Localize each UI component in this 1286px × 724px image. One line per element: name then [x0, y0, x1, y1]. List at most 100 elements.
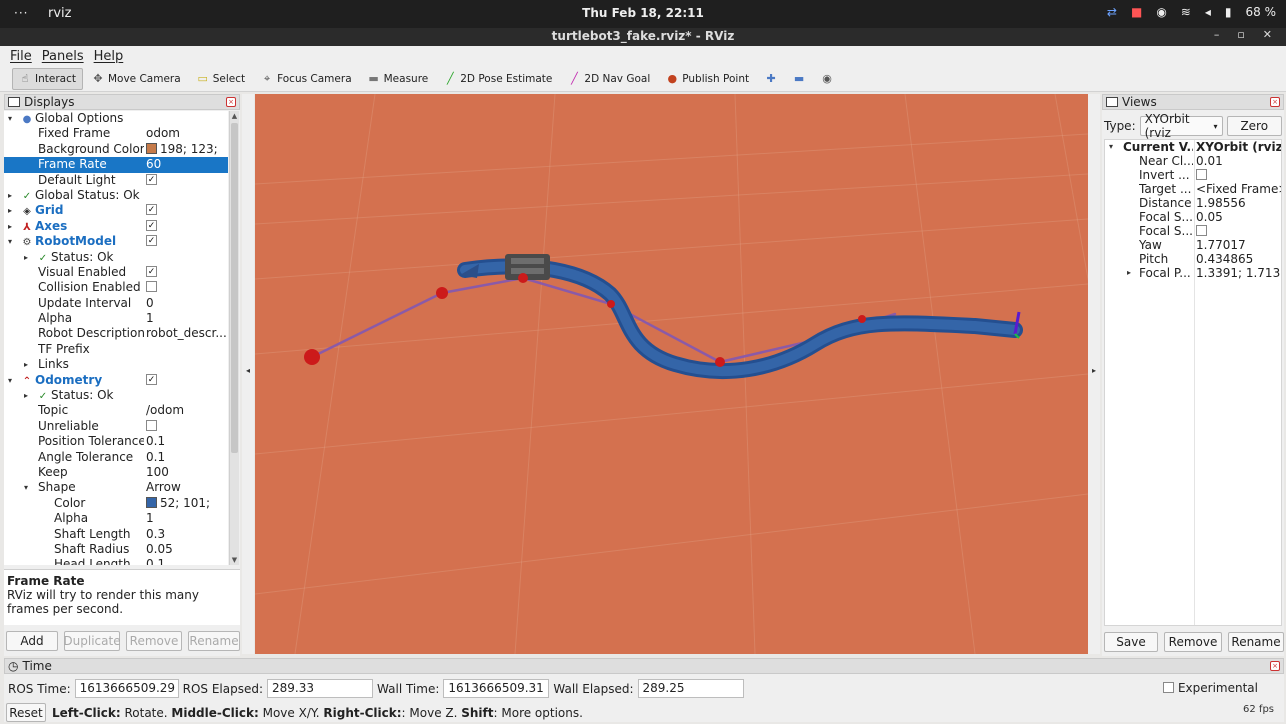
display-value[interactable]: 0.1 [146, 450, 228, 465]
display-row-status-ok[interactable]: ▸ ✓ Status: Ok [4, 250, 228, 265]
display-row-links[interactable]: ▸ Links [4, 357, 228, 372]
rename-view-button[interactable]: Rename [1228, 632, 1284, 652]
window-title-bar[interactable]: turtlebot3_fake.rviz* - RViz – ▫ ✕ [0, 28, 1286, 46]
record-icon[interactable]: ■ [1131, 5, 1142, 19]
wall-time-field[interactable]: 1613666509.31 [443, 679, 550, 698]
view-value[interactable]: 1.98556 [1196, 196, 1281, 210]
battery-icon[interactable]: ▮ [1225, 5, 1232, 19]
display-value[interactable]: ✓ [146, 265, 228, 280]
checkbox[interactable] [146, 281, 157, 293]
display-value[interactable]: 1 [146, 511, 228, 526]
wall-elapsed-field[interactable]: 289.25 [637, 679, 744, 698]
save-view-button[interactable]: Save [1104, 632, 1158, 652]
display-row-head-length[interactable]: Head Length 0.1 [4, 557, 228, 565]
view-value[interactable]: <Fixed Frame> [1196, 182, 1281, 196]
wifi-icon[interactable]: ≋ [1181, 5, 1191, 19]
expand-down-icon[interactable]: ▾ [8, 373, 12, 388]
view-row-focal-s[interactable]: Focal S... 0.05 [1105, 210, 1281, 224]
checkbox[interactable] [1196, 169, 1207, 180]
checkbox[interactable] [1196, 225, 1207, 236]
scroll-down-icon[interactable]: ▼ [230, 556, 239, 564]
display-value[interactable]: ✓ [146, 373, 228, 388]
display-row-keep[interactable]: Keep 100 [4, 465, 228, 480]
menu-panels[interactable]: Panels [42, 49, 84, 64]
close-button[interactable]: ✕ [1263, 28, 1272, 41]
views-close-icon[interactable]: × [1270, 97, 1280, 107]
display-value[interactable]: 0 [146, 296, 228, 311]
display-row-robot-description[interactable]: Robot Description robot_descr... [4, 326, 228, 341]
tool-interact[interactable]: ☝ Interact [12, 67, 83, 90]
display-value[interactable]: ✓ [146, 173, 228, 188]
display-row-axes[interactable]: ▸ ⅄ Axes ✓ [4, 219, 228, 234]
display-row-background-color[interactable]: Background Color 198; 123; [4, 142, 228, 157]
display-value[interactable]: ✓ [146, 234, 228, 249]
view-row-focal-s[interactable]: Focal S... [1105, 224, 1281, 238]
display-row-collision-enabled[interactable]: Collision Enabled [4, 280, 228, 295]
display-row-global-status-ok[interactable]: ▸ ✓ Global Status: Ok [4, 188, 228, 203]
expand-down-icon[interactable]: ▾ [8, 234, 12, 249]
add-tool-button[interactable]: ✚ [758, 68, 784, 90]
network-icon[interactable]: ⇄ [1107, 5, 1117, 19]
volume-icon[interactable]: ◂ [1205, 5, 1211, 19]
rename-display-button[interactable]: Rename [188, 631, 240, 651]
view-row-near-cl[interactable]: Near Cl... 0.01 [1105, 154, 1281, 168]
checkbox[interactable]: ✓ [146, 204, 157, 216]
minimize-button[interactable]: – [1214, 28, 1220, 41]
display-value[interactable]: 60 [146, 157, 228, 172]
tool-measure[interactable]: ▬ Measure [361, 68, 436, 90]
view-value[interactable]: 0.01 [1196, 154, 1281, 168]
expand-right-icon[interactable]: ▸ [24, 250, 28, 265]
display-value[interactable]: 0.05 [146, 542, 228, 557]
tool-2d-nav-goal[interactable]: ╱ 2D Nav Goal [561, 68, 657, 90]
view-value[interactable]: 0.05 [1196, 210, 1281, 224]
duplicate-display-button[interactable]: Duplicate [63, 631, 121, 651]
display-value[interactable]: 0.1 [146, 434, 228, 449]
right-splitter[interactable]: ▸ [1088, 94, 1100, 654]
view-row-target[interactable]: Target ... <Fixed Frame> [1105, 182, 1281, 196]
display-value[interactable]: ✓ [146, 219, 228, 234]
remove-tool-button[interactable]: ▬ [786, 68, 812, 90]
experimental-checkbox[interactable] [1162, 681, 1174, 693]
view-type-select[interactable]: XYOrbit (rviz ▾ [1139, 112, 1223, 140]
checkbox[interactable]: ✓ [146, 219, 157, 231]
collapse-left-icon[interactable]: ◂ [242, 366, 254, 375]
display-row-unreliable[interactable]: Unreliable [4, 419, 228, 434]
display-value[interactable] [146, 280, 228, 295]
checkbox[interactable] [146, 419, 157, 431]
clock[interactable]: Thu Feb 18, 22:11 [0, 6, 1286, 20]
collapse-right-icon[interactable]: ▸ [1088, 366, 1100, 375]
tool-move-camera[interactable]: ✥ Move Camera [85, 68, 188, 90]
ros-elapsed-field[interactable]: 289.33 [267, 679, 374, 698]
view-row-focal-p[interactable]: ▸ Focal P... 1.3391; 1.713; 0 [1105, 266, 1281, 280]
checkbox[interactable]: ✓ [146, 265, 157, 277]
render-viewport[interactable] [255, 94, 1088, 654]
display-row-shaft-radius[interactable]: Shaft Radius 0.05 [4, 542, 228, 557]
view-value[interactable] [1196, 224, 1281, 238]
checkbox[interactable]: ✓ [146, 373, 157, 385]
displays-tree[interactable]: ▾ ● Global Options Fixed Frame odom Backgroun… [4, 111, 228, 565]
tool-2d-pose-estimate[interactable]: ╱ 2D Pose Estimate [437, 68, 559, 90]
display-row-visual-enabled[interactable]: Visual Enabled ✓ [4, 265, 228, 280]
zero-view-button[interactable]: Zero [1226, 116, 1282, 136]
display-row-fixed-frame[interactable]: Fixed Frame odom [4, 126, 228, 141]
views-tree[interactable]: ▾ Current V... XYOrbit (rviz) Near Cl... 0.0… [1104, 139, 1282, 626]
view-value[interactable]: 1.3391; 1.713; 0 [1196, 266, 1281, 280]
menu-help[interactable]: Help [94, 49, 124, 64]
display-value[interactable]: ✓ [146, 203, 228, 218]
time-close-icon[interactable]: × [1270, 661, 1280, 671]
expand-right-icon[interactable]: ▸ [8, 188, 12, 203]
view-value[interactable]: 1.77017 [1196, 238, 1281, 252]
view-value[interactable]: 0.434865 [1196, 252, 1281, 266]
displays-close-icon[interactable]: × [226, 97, 236, 107]
checkbox[interactable]: ✓ [146, 173, 157, 185]
expand-down-icon[interactable]: ▾ [8, 111, 12, 126]
display-row-color[interactable]: Color 52; 101; [4, 496, 228, 511]
expand-right-icon[interactable]: ▸ [24, 388, 28, 403]
tool-focus-camera[interactable]: ⌖ Focus Camera [254, 68, 359, 90]
view-row-invert[interactable]: Invert ... [1105, 168, 1281, 182]
display-row-grid[interactable]: ▸ ◈ Grid ✓ [4, 203, 228, 218]
expand-right-icon[interactable]: ▸ [8, 203, 12, 218]
color-swatch[interactable] [146, 142, 157, 154]
display-row-frame-rate[interactable]: Frame Rate 60 [4, 157, 228, 173]
menu-file[interactable]: File [10, 49, 32, 64]
